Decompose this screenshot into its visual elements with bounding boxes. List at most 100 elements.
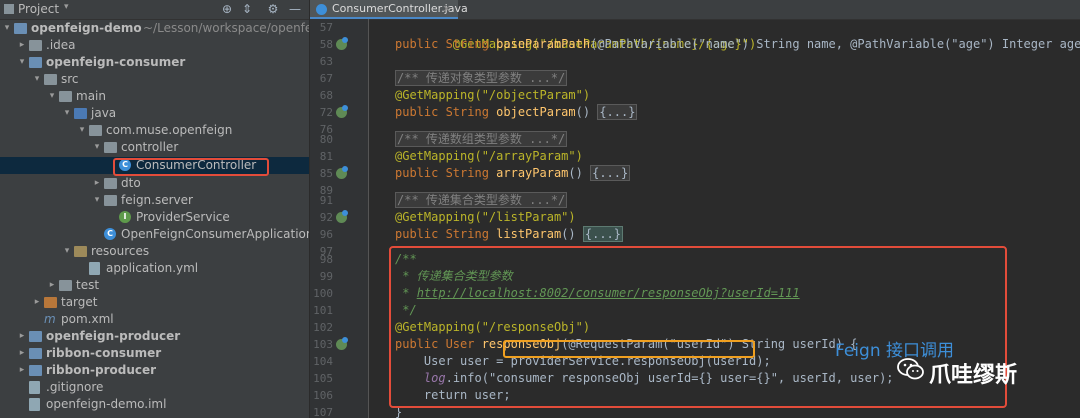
tree-item-java[interactable]: ▾ java [0, 105, 309, 122]
folded-doc-comment[interactable]: /** 传递集合类型参数 ...*/ [395, 192, 568, 208]
chevron-right-icon[interactable]: ▸ [17, 37, 27, 54]
chevron-right-icon[interactable]: ▸ [47, 277, 57, 294]
hide-icon[interactable]: — [288, 2, 302, 16]
tree-item-label: application.yml [106, 261, 199, 275]
tab-consumer-controller[interactable]: ConsumerController.java × [310, 0, 468, 19]
tree-item-pom-xml[interactable]: m pom.xml [0, 311, 309, 328]
package-icon [104, 178, 117, 189]
chevron-down-icon[interactable]: ▾ [92, 139, 102, 156]
code-line-68-ann: @GetMapping("/objectParam") [395, 87, 590, 104]
tree-item-openfeign-demo-iml[interactable]: openfeign-demo.iml [0, 396, 309, 413]
tree-item-dto[interactable]: ▸ dto [0, 175, 309, 192]
line-number: 91 [319, 194, 333, 207]
chevron-down-icon[interactable]: ▾ [2, 20, 12, 37]
close-icon[interactable]: × [442, 2, 451, 15]
highlight-box-provider-call [503, 340, 755, 358]
tree-item-label: ribbon-consumer [46, 346, 162, 360]
tree-item-gitignore[interactable]: .gitignore [0, 379, 309, 396]
tree-item-main[interactable]: ▾ main [0, 88, 309, 105]
tree-item-label: test [76, 278, 100, 292]
chevron-down-icon[interactable]: ▾ [17, 54, 27, 71]
tree-item-test[interactable]: ▸ test [0, 277, 309, 294]
module-icon [14, 23, 27, 34]
tree-item-target[interactable]: ▸ target [0, 294, 309, 311]
gutter-separator [368, 19, 369, 418]
code-line-67: /** 传递对象类型参数 ...*/ [395, 70, 568, 87]
tree-item-label: openfeign-consumer [46, 55, 186, 69]
dropdown-icon[interactable]: ▾ [64, 2, 69, 12]
code-line-81: public String arrayParam() {...} [395, 165, 631, 182]
tree-item-openfeignconsumerapplication[interactable]: C OpenFeignConsumerApplication [0, 226, 313, 243]
code-line-57: @GetMapping("/baseParamPath/{name}/{age}… [395, 19, 756, 51]
tree-item-controller[interactable]: ▾ controller [0, 139, 309, 156]
code-line-80: /** 传递数组类型参数 ...*/ [395, 131, 568, 148]
gear-icon[interactable]: ⚙ [266, 2, 280, 16]
package-icon [89, 125, 102, 136]
source-folder-icon [74, 108, 87, 119]
line-number: 99 [319, 270, 333, 283]
folded-body[interactable]: {...} [597, 104, 638, 120]
code-line-92-ann: @GetMapping("/listParam") [395, 209, 576, 226]
tree-item-label: resources [91, 244, 150, 258]
tree-item-idea[interactable]: ▸ .idea [0, 37, 309, 54]
collapse-all-icon[interactable]: ⇕ [240, 2, 254, 16]
chevron-right-icon[interactable]: ▸ [17, 362, 27, 379]
wechat-icon [897, 358, 924, 380]
chevron-right-icon[interactable]: ▸ [17, 345, 27, 362]
chevron-down-icon[interactable]: ▾ [62, 243, 72, 260]
keyword: public String [395, 227, 497, 241]
line-number: 63 [319, 55, 333, 68]
folded-body-highlighted[interactable]: {...} [582, 226, 623, 242]
locate-icon[interactable]: ⊕ [220, 2, 234, 16]
code-editor: ConsumerController.java × 57 58 63 67 68 72 76… [310, 0, 1080, 418]
module-icon [29, 57, 42, 68]
tree-item-com-muse-openfeign[interactable]: ▾ com.muse.openfeign [0, 122, 309, 139]
class-icon [316, 4, 327, 15]
tree-item-src[interactable]: ▾ src [0, 71, 309, 88]
tree-item-label: openfeign-demo.iml [46, 397, 167, 411]
folder-icon [59, 91, 72, 102]
chevron-right-icon[interactable]: ▸ [17, 328, 27, 345]
endpoint-gutter-icon[interactable] [336, 337, 348, 350]
endpoint-gutter-icon[interactable] [336, 37, 348, 50]
project-panel-title[interactable]: Project [18, 2, 59, 16]
chevron-down-icon[interactable]: ▾ [77, 122, 87, 139]
tree-item-openfeign-demo[interactable]: ▾ openfeign-demo ~/Lesson/workspace/openfe… [0, 20, 343, 37]
folded-doc-comment[interactable]: /** 传递对象类型参数 ...*/ [395, 70, 568, 86]
endpoint-gutter-icon[interactable] [336, 105, 348, 118]
chevron-down-icon[interactable]: ▾ [92, 192, 102, 209]
endpoint-gutter-icon[interactable] [336, 210, 348, 223]
tree-item-ribbon-producer[interactable]: ▸ ribbon-producer [0, 362, 309, 379]
line-number: 58 [319, 38, 333, 51]
resources-folder-icon [74, 246, 87, 257]
project-panel: Project ▾ ⊕ ⇕ ⚙ — ▾ openfeign-demo ~/Lesso… [0, 0, 343, 418]
chevron-down-icon[interactable]: ▾ [32, 71, 42, 88]
tree-item-ribbon-consumer[interactable]: ▸ ribbon-consumer [0, 345, 309, 362]
tree-item-providerservice[interactable]: I ProviderService [0, 209, 309, 226]
tree-item-application-yml[interactable]: application.yml [0, 260, 309, 277]
tree-item-resources[interactable]: ▾ resources [0, 243, 309, 260]
tree-item-openfeign-producer[interactable]: ▸ openfeign-producer [0, 328, 309, 345]
folded-body[interactable]: {...} [590, 165, 631, 181]
chevron-down-icon[interactable]: ▾ [62, 105, 72, 122]
chevron-right-icon[interactable]: ▸ [92, 175, 102, 192]
tree-item-label: src [61, 72, 79, 86]
line-number: 107 [313, 406, 333, 418]
tree-item-openfeign-consumer[interactable]: ▾ openfeign-consumer [0, 54, 309, 71]
file-icon [29, 381, 40, 394]
folder-icon [44, 74, 57, 85]
file-icon [29, 398, 40, 411]
folded-doc-comment[interactable]: /** 传递数组类型参数 ...*/ [395, 131, 568, 147]
package-icon [104, 142, 117, 153]
tree-item-label: OpenFeignConsumerApplication [121, 227, 314, 241]
tree-item-label: main [76, 89, 106, 103]
code-text: () [568, 166, 591, 180]
tree-item-feign-server[interactable]: ▾ feign.server [0, 192, 309, 209]
package-icon [104, 195, 117, 206]
endpoint-gutter-icon[interactable] [336, 166, 348, 179]
chevron-down-icon[interactable]: ▾ [47, 88, 57, 105]
chevron-right-icon[interactable]: ▸ [32, 294, 42, 311]
project-view-icon[interactable] [4, 4, 14, 14]
method-name: arrayParam [496, 166, 569, 180]
tree-item-label: .gitignore [46, 380, 104, 394]
